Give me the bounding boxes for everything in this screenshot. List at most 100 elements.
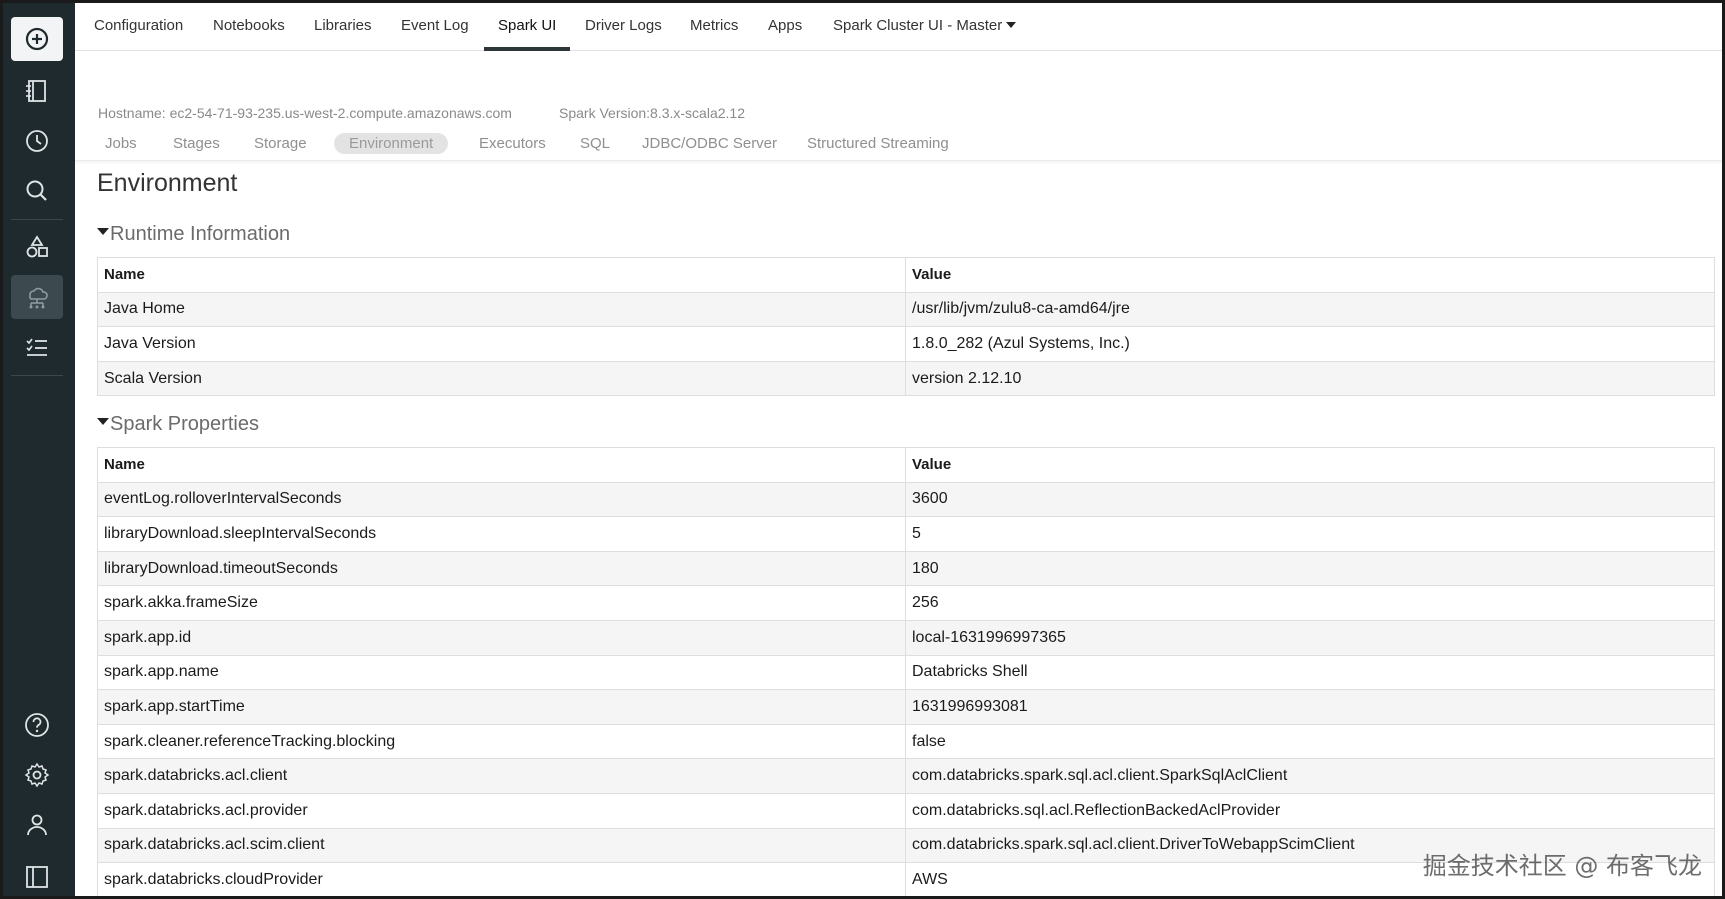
property-name: spark.databricks.cloudProvider xyxy=(97,862,906,896)
property-value: /usr/lib/jvm/zulu8-ca-amd64/jre xyxy=(905,291,1715,328)
property-value: 180 xyxy=(905,550,1715,587)
cluster-tabs: Configuration Notebooks Libraries Event … xyxy=(75,3,1722,51)
property-name: Scala Version xyxy=(97,360,906,397)
column-header-value[interactable]: Value xyxy=(905,257,1715,293)
create-button[interactable] xyxy=(11,17,63,61)
search-button[interactable] xyxy=(11,169,63,213)
table-row: spark.akka.frameSize 256 xyxy=(97,585,1715,621)
runtime-section-toggle[interactable]: Runtime Information xyxy=(97,223,290,246)
page-title: Environment xyxy=(97,169,238,197)
settings-button[interactable] xyxy=(11,753,63,797)
column-header-value[interactable]: Value xyxy=(905,447,1715,483)
caret-down-icon xyxy=(1006,22,1017,28)
subtab-stages[interactable]: Stages xyxy=(158,133,235,154)
search-icon xyxy=(26,180,47,201)
app-frame: Configuration Notebooks Libraries Event … xyxy=(0,0,1725,899)
sidebar-divider xyxy=(11,219,63,220)
tab-configuration[interactable]: Configuration xyxy=(94,17,183,34)
subtab-jobs[interactable]: Jobs xyxy=(90,133,152,154)
tab-metrics[interactable]: Metrics xyxy=(690,17,738,34)
tab-apps[interactable]: Apps xyxy=(768,17,802,34)
collapse-sidebar-button[interactable] xyxy=(11,855,63,896)
table-row: libraryDownload.sleepIntervalSeconds 5 xyxy=(97,516,1715,552)
data-button[interactable] xyxy=(11,225,63,269)
property-name: spark.databricks.acl.client xyxy=(97,758,906,794)
tab-spark-cluster-ui[interactable]: Spark Cluster UI - Master xyxy=(833,17,1017,34)
property-name: spark.cleaner.referenceTracking.blocking xyxy=(97,723,906,760)
property-name: Java Version xyxy=(97,326,906,362)
property-value: com.databricks.spark.sql.acl.client.Spar… xyxy=(905,758,1715,794)
spark-ui-nav: Jobs Stages Storage Environment Executor… xyxy=(75,127,1722,161)
property-value: version 2.12.10 xyxy=(905,360,1715,397)
table-row: spark.app.startTime 1631996993081 xyxy=(97,689,1715,725)
hostname: Hostname: ec2-54-71-93-235.us-west-2.com… xyxy=(98,105,512,121)
clusters-button[interactable] xyxy=(11,275,63,319)
property-name: Java Home xyxy=(97,291,906,328)
watermark: 掘金技术社区 @ 布客飞龙 xyxy=(1422,852,1702,880)
active-tab-indicator xyxy=(484,47,570,51)
property-name: spark.databricks.acl.scim.client xyxy=(97,827,906,864)
table-row: spark.app.id local-1631996997365 xyxy=(97,619,1715,656)
spark-version: Spark Version:8.3.x-scala2.12 xyxy=(559,105,745,121)
property-name: spark.app.startTime xyxy=(97,689,906,725)
property-value: 1.8.0_282 (Azul Systems, Inc.) xyxy=(905,326,1715,362)
property-name: spark.akka.frameSize xyxy=(97,585,906,621)
spark-properties-table: Name Value eventLog.rolloverIntervalSeco… xyxy=(97,447,1715,896)
spark-properties-heading: Spark Properties xyxy=(110,413,259,435)
subtab-structured-streaming[interactable]: Structured Streaming xyxy=(792,133,964,154)
notebook-icon xyxy=(26,80,46,102)
user-icon xyxy=(27,814,47,836)
tab-spark-ui[interactable]: Spark UI xyxy=(498,17,556,34)
checklist-icon xyxy=(26,338,47,356)
table-row: spark.databricks.acl.client com.databrick… xyxy=(97,758,1715,794)
property-value: false xyxy=(905,723,1715,760)
sidebar xyxy=(3,3,75,896)
workspace-button[interactable] xyxy=(11,69,63,113)
table-header-row: Name Value xyxy=(97,257,1715,293)
account-button[interactable] xyxy=(11,803,63,847)
table-row: spark.app.name Databricks Shell xyxy=(97,654,1715,691)
property-name: spark.app.name xyxy=(97,654,906,691)
cluster-icon xyxy=(29,287,48,309)
property-name: libraryDownload.sleepIntervalSeconds xyxy=(97,516,906,552)
property-name: spark.app.id xyxy=(97,619,906,656)
column-header-name[interactable]: Name xyxy=(97,257,906,293)
subtab-executors[interactable]: Executors xyxy=(464,133,561,154)
spark-properties-section-toggle[interactable]: Spark Properties xyxy=(97,413,259,436)
property-name: libraryDownload.timeoutSeconds xyxy=(97,550,906,587)
property-value: 1631996993081 xyxy=(905,689,1715,725)
property-name: eventLog.rolloverIntervalSeconds xyxy=(97,481,906,518)
sidebar-divider xyxy=(11,375,63,376)
clock-icon xyxy=(26,130,48,152)
property-name: spark.databricks.acl.provider xyxy=(97,792,906,829)
subtab-jdbc-odbc-server[interactable]: JDBC/ODBC Server xyxy=(627,133,792,154)
tab-notebooks[interactable]: Notebooks xyxy=(213,17,285,34)
collapse-triangle-icon xyxy=(97,228,109,235)
recents-button[interactable] xyxy=(11,119,63,163)
shapes-icon xyxy=(26,235,48,258)
runtime-table: Name Value Java Home/usr/lib/jvm/zulu8-c… xyxy=(97,257,1715,397)
subtab-sql[interactable]: SQL xyxy=(565,133,625,154)
table-row: libraryDownload.timeoutSeconds 180 xyxy=(97,550,1715,587)
table-row: spark.databricks.acl.provider com.databri… xyxy=(97,792,1715,829)
tab-event-log[interactable]: Event Log xyxy=(401,17,469,34)
subtab-storage[interactable]: Storage xyxy=(239,133,322,154)
jobs-button[interactable] xyxy=(11,325,63,369)
property-value: 256 xyxy=(905,585,1715,621)
property-value: 3600 xyxy=(905,481,1715,518)
table-row: spark.cleaner.referenceTracking.blocking… xyxy=(97,723,1715,760)
table-row: eventLog.rolloverIntervalSeconds 3600 xyxy=(97,481,1715,518)
property-value: com.databricks.sql.acl.ReflectionBackedA… xyxy=(905,792,1715,829)
panel-icon xyxy=(26,866,48,888)
collapse-triangle-icon xyxy=(97,418,109,425)
help-button[interactable] xyxy=(11,703,63,747)
runtime-section-heading: Runtime Information xyxy=(110,223,291,245)
table-row: Scala Version version 2.12.10 xyxy=(97,360,1715,397)
subtab-environment[interactable]: Environment xyxy=(334,133,449,154)
tab-driver-logs[interactable]: Driver Logs xyxy=(585,17,662,34)
tab-libraries[interactable]: Libraries xyxy=(314,17,372,34)
column-header-name[interactable]: Name xyxy=(97,447,906,483)
help-icon xyxy=(25,713,49,737)
property-value: local-1631996997365 xyxy=(905,619,1715,656)
table-row: Java Version 1.8.0_282 (Azul Systems, Inc… xyxy=(97,326,1715,362)
